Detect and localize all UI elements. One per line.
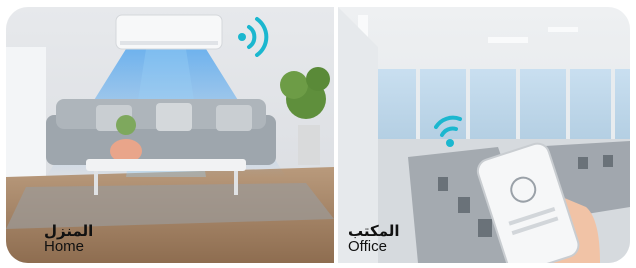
coffee-table: [86, 159, 246, 171]
home-label-arabic: المنزل: [44, 221, 94, 240]
potted-plant: [298, 125, 320, 165]
office-caption: المكتب Office: [348, 221, 400, 256]
scenes-banner: المنزل Home المكتب Office: [6, 7, 630, 263]
home-label-english: Home: [44, 238, 85, 256]
office-label-english: Office: [348, 238, 387, 256]
office-label-arabic: المكتب: [348, 221, 400, 240]
wifi-signal-icon: [238, 17, 269, 57]
home-caption: المنزل Home: [44, 221, 94, 256]
office-scene-panel: المكتب Office: [338, 7, 630, 263]
home-scene-panel: المنزل Home: [6, 7, 334, 263]
wifi-signal-icon: [434, 115, 462, 147]
